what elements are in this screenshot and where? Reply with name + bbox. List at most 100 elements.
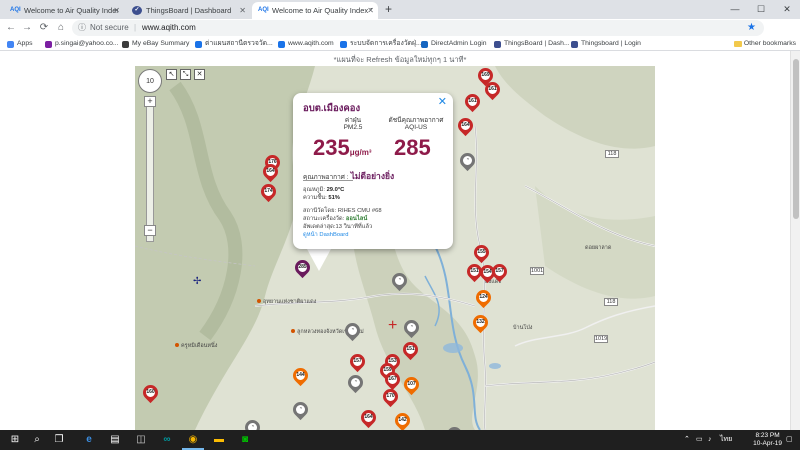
- aqi-map-marker[interactable]: 142: [391, 409, 414, 430]
- aqi-map-marker[interactable]: 157: [488, 260, 511, 284]
- pm25-number: 235: [313, 135, 350, 160]
- edge-icon[interactable]: e: [78, 430, 100, 450]
- marker-value: 144: [296, 372, 305, 378]
- bookmark-directadmin[interactable]: DirectAdmin Login: [421, 38, 487, 50]
- minimize-button[interactable]: —: [722, 0, 748, 19]
- bookmark-thingsboard-login[interactable]: Thingsboard | Login: [571, 38, 641, 50]
- popup-close-button[interactable]: ✕: [438, 97, 447, 108]
- bookmark-device-manager[interactable]: ระบบจัดการเครื่องวัดฝุ่...: [340, 38, 422, 50]
- zoom-in-button[interactable]: +: [144, 96, 156, 107]
- bookmark-station-map[interactable]: ต่าแผนสถานีตรวจวัด...: [195, 38, 273, 50]
- popup-tail: [307, 249, 331, 271]
- marker-value: 285: [298, 264, 307, 270]
- clear-tool-icon[interactable]: ✕: [194, 69, 205, 80]
- close-tab-icon[interactable]: ✕: [367, 2, 374, 19]
- aqi-map-marker[interactable]: 155: [470, 241, 493, 265]
- arduino-icon[interactable]: ∞: [156, 430, 178, 450]
- back-button[interactable]: ←: [4, 21, 18, 35]
- aqi-map-marker[interactable]: 174: [257, 180, 280, 204]
- system-clock[interactable]: 8:23 PM 10-Apr-19: [753, 432, 782, 448]
- notifications-icon[interactable]: ▢: [786, 430, 793, 450]
- aqi-map-marker[interactable]: 161: [461, 90, 484, 114]
- separator: |: [134, 23, 137, 32]
- bookmark-yahoo[interactable]: p.singai@yahoo.co...: [45, 38, 119, 50]
- zoom-slider[interactable]: [146, 96, 154, 242]
- aqi-map-marker[interactable]: 164: [454, 114, 477, 138]
- select-tool-icon[interactable]: ↖: [166, 69, 177, 80]
- aqi-map-marker[interactable]: 107: [400, 373, 423, 397]
- dashboard-link[interactable]: ดูหน้า DashBoard: [303, 232, 348, 238]
- bookmark-star-icon[interactable]: ★: [747, 20, 756, 36]
- home-button[interactable]: ⌂: [54, 21, 68, 35]
- close-tab-icon[interactable]: ✕: [113, 2, 120, 19]
- line-icon[interactable]: ◙: [234, 430, 256, 450]
- clock-time: 8:23 PM: [755, 432, 780, 439]
- bookmark-ebay[interactable]: My eBay Summary: [122, 38, 189, 50]
- bookmark-label: ต่าแผนสถานีตรวจวัด...: [205, 40, 273, 47]
- map-nav-ring[interactable]: 10: [138, 69, 162, 93]
- aqi-map-marker[interactable]: ◔: [388, 269, 411, 293]
- close-window-button[interactable]: ✕: [774, 0, 800, 19]
- info-icon[interactable]: ⓘ: [78, 20, 86, 36]
- aqi-map-marker[interactable]: 157: [346, 350, 369, 374]
- air-quality-map[interactable]: 10 ↖ ⤡ ✕ + − + ✢ 118 1001 118 1019 อุทยา…: [135, 66, 655, 430]
- aqi-icon: [340, 41, 347, 48]
- aqi-map-marker[interactable]: 124: [472, 286, 495, 310]
- directadmin-icon: [421, 41, 428, 48]
- marker-value: ◔: [409, 324, 414, 330]
- network-icon[interactable]: ▭: [696, 430, 703, 450]
- bookmark-thingsboard-dash[interactable]: ThingsBoard | Dash...: [494, 38, 570, 50]
- clock-date: 10-Apr-19: [753, 440, 782, 447]
- chrome-icon[interactable]: ◉: [182, 430, 204, 450]
- other-bookmarks[interactable]: Other bookmarks: [733, 38, 796, 50]
- aqi-map-marker[interactable]: 164: [357, 406, 380, 430]
- expand-tool-icon[interactable]: ⤡: [180, 69, 191, 80]
- aqi-map-marker[interactable]: 144: [289, 364, 312, 388]
- bookmark-apps[interactable]: Apps: [7, 38, 33, 50]
- aqi-map-marker[interactable]: ◔: [341, 319, 364, 343]
- aqi-map-marker[interactable]: ◔: [456, 149, 479, 173]
- tray-chevron-icon[interactable]: ⌃: [684, 430, 690, 450]
- marker-value: 161: [468, 98, 477, 104]
- map-center-crosshair-icon: +: [388, 317, 398, 334]
- aqi-map-marker[interactable]: 170: [379, 385, 402, 409]
- aqi-map-marker[interactable]: ◔: [400, 316, 423, 340]
- maximize-button[interactable]: ☐: [748, 0, 774, 19]
- zoom-out-button[interactable]: −: [144, 225, 156, 236]
- road-shield: 118: [605, 150, 619, 158]
- new-tab-button[interactable]: +: [385, 2, 392, 17]
- aqi-map-marker[interactable]: 164: [259, 160, 282, 184]
- scroll-thumb[interactable]: [793, 59, 799, 219]
- volume-icon[interactable]: ♪: [708, 430, 712, 450]
- reload-button[interactable]: ⟳: [37, 21, 51, 35]
- language-indicator[interactable]: ไทย: [720, 430, 732, 450]
- store-icon[interactable]: ◫: [130, 430, 152, 450]
- task-view-icon[interactable]: ❐: [48, 430, 70, 450]
- search-icon[interactable]: ⌕: [26, 430, 48, 450]
- tab-aqi-active[interactable]: AQI Welcome to Air Quality Index Thai ✕: [252, 2, 378, 19]
- thingsboard-icon: [494, 41, 501, 48]
- folder-icon[interactable]: ▬: [208, 430, 230, 450]
- tab-aqi-1[interactable]: AQI Welcome to Air Quality Index Thai ✕: [4, 2, 124, 19]
- address-bar[interactable]: ⓘ Not secure | www.aqith.com ★: [72, 20, 764, 36]
- url-text[interactable]: www.aqith.com: [142, 20, 196, 36]
- aqi-map-marker[interactable]: 285: [291, 256, 314, 280]
- forward-button[interactable]: →: [20, 21, 34, 35]
- aqi-map-marker[interactable]: 161: [481, 78, 504, 102]
- marker-value: ◔: [298, 406, 303, 412]
- close-tab-icon[interactable]: ✕: [239, 2, 246, 19]
- aqi-map-marker[interactable]: 151: [399, 338, 422, 362]
- aqi-map-marker[interactable]: ◔: [241, 416, 264, 430]
- aqi-map-marker[interactable]: 160: [139, 381, 162, 405]
- tab-thingsboard[interactable]: ✓ ThingsBoard | Dashboard ✕: [126, 2, 250, 19]
- file-explorer-icon[interactable]: ▤: [104, 430, 126, 450]
- aqi-map-marker[interactable]: ◔: [344, 371, 367, 395]
- aqi-map-marker[interactable]: 132: [469, 311, 492, 335]
- map-place-label: อุทยานแห่งชาติผาแดง: [257, 298, 316, 306]
- start-button[interactable]: ⊞: [4, 430, 26, 450]
- page-scrollbar[interactable]: [790, 51, 800, 430]
- bookmark-aqith[interactable]: www.aqith.com: [278, 38, 334, 50]
- refresh-note: *แผนที่จะ Refresh ข้อมูลใหม่ทุกๆ 1 นาที*: [333, 55, 467, 64]
- aqi-map-marker[interactable]: ◔: [443, 423, 466, 430]
- aqi-map-marker[interactable]: ◔: [289, 398, 312, 422]
